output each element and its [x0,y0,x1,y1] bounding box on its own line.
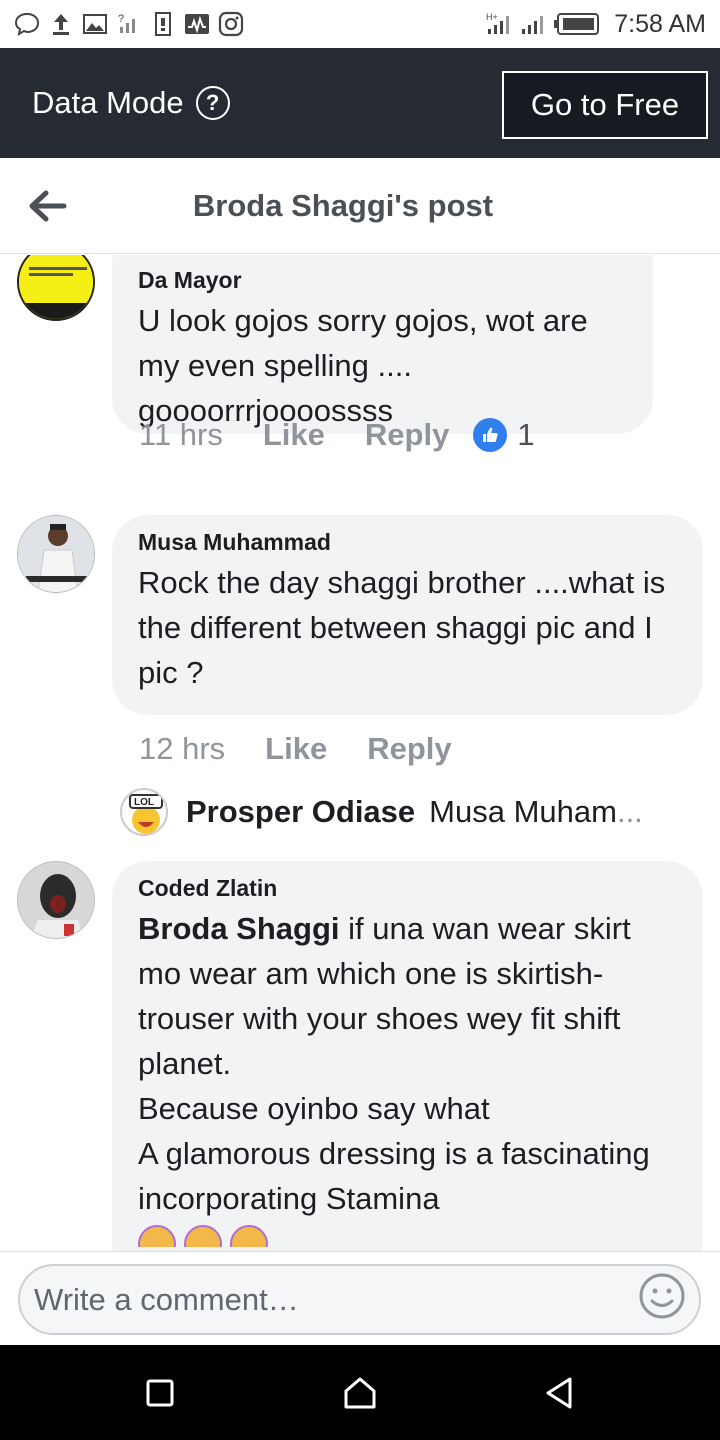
status-right-icons: H+ 7:58 AM [486,10,706,39]
avatar[interactable] [17,515,95,593]
no-signal-icon: ? [118,13,135,33]
comment-text: Rock the day shaggi brother ....what is … [138,565,666,690]
avatar-image [18,862,94,938]
comment-text: U look gojos sorry gojos, wot are my eve… [138,303,588,428]
status-bar: ? H+ 7:58 AM [0,0,720,48]
status-time: 7:58 AM [614,9,706,38]
avatar-image [18,516,94,592]
chat-bubble-icon [14,12,40,37]
svg-text:H+: H+ [486,12,498,22]
comment-meta: 12 hrs Like Reply [139,731,452,767]
like-button[interactable]: Like [263,417,325,453]
comment-bubble[interactable]: Coded Zlatin Broda Shaggi if una wan wea… [112,861,703,1251]
reply-preview[interactable]: LOL Prosper Odiase Musa Muham... [120,788,643,836]
comment-author[interactable]: Musa Muhammad [138,529,679,556]
smiley-icon[interactable] [638,1272,686,1320]
post-header: Broda Shaggi's post [0,158,720,254]
comment-composer: Write a comment… [0,1251,720,1345]
svg-text:?: ? [118,13,124,25]
data-mode-title: Data Mode [32,85,184,120]
laughing-emoji-icon: LOL [129,794,163,834]
reply-button[interactable]: Reply [365,417,449,453]
woman-emoji-icon [230,1225,268,1247]
data-mode-bar: Data Mode ? Go to Free [0,48,720,158]
activity-icon [185,14,209,34]
system-nav-bar [0,1345,720,1440]
thumbs-up-icon [473,418,508,452]
comment-author[interactable]: Da Mayor [138,267,629,294]
comments-list[interactable]: Da Mayor U look gojos sorry gojos, wot a… [0,255,720,1251]
emoji-row [138,1225,679,1247]
woman-emoji-icon [138,1225,176,1247]
reaction-summary[interactable]: 1 [473,417,535,453]
lol-label: LOL [134,797,154,808]
avatar-image [19,255,93,319]
help-icon[interactable]: ? [195,86,230,120]
avatar[interactable] [17,861,95,939]
reply-text: Musa Muham [429,794,617,829]
signal-icon [522,16,544,34]
avatar[interactable] [17,255,95,321]
instagram-icon [218,11,244,37]
upload-icon [53,14,69,35]
comment-author[interactable]: Coded Zlatin [138,875,679,902]
comment-text: Broda Shaggi if una wan wear skirt mo we… [138,906,679,1221]
reply-author[interactable]: Prosper Odiase [186,794,415,830]
go-to-free-button[interactable]: Go to Free [502,71,708,139]
reply-button[interactable]: Reply [367,731,451,767]
like-button[interactable]: Like [265,731,327,767]
comment-text-body: if una wan wear skirt mo wear am which o… [138,911,650,1216]
reaction-count: 1 [517,417,535,452]
comment-bubble[interactable]: Da Mayor U look gojos sorry gojos, wot a… [112,255,653,434]
comment-input[interactable]: Write a comment… [18,1264,701,1335]
battery-icon [554,13,600,35]
comment-time[interactable]: 11 hrs [139,417,223,453]
reply-ellipsis: ... [616,794,643,829]
sim-icon [155,12,171,36]
comment-time[interactable]: 12 hrs [139,731,225,767]
woman-emoji-icon [184,1225,222,1247]
comment-meta: 11 hrs Like Reply 1 [139,417,535,453]
status-left-icons: ? [14,11,244,37]
signal-h-icon: H+ [486,12,510,34]
recents-square-icon[interactable] [140,1373,180,1413]
home-icon[interactable] [340,1373,380,1413]
back-triangle-icon[interactable] [540,1373,580,1413]
image-icon [83,14,107,34]
avatar[interactable]: LOL [120,788,168,836]
mention-link[interactable]: Broda Shaggi [138,911,340,946]
page-title: Broda Shaggi's post [192,188,494,223]
comment-bubble[interactable]: Musa Muhammad Rock the day shaggi brothe… [112,515,703,715]
